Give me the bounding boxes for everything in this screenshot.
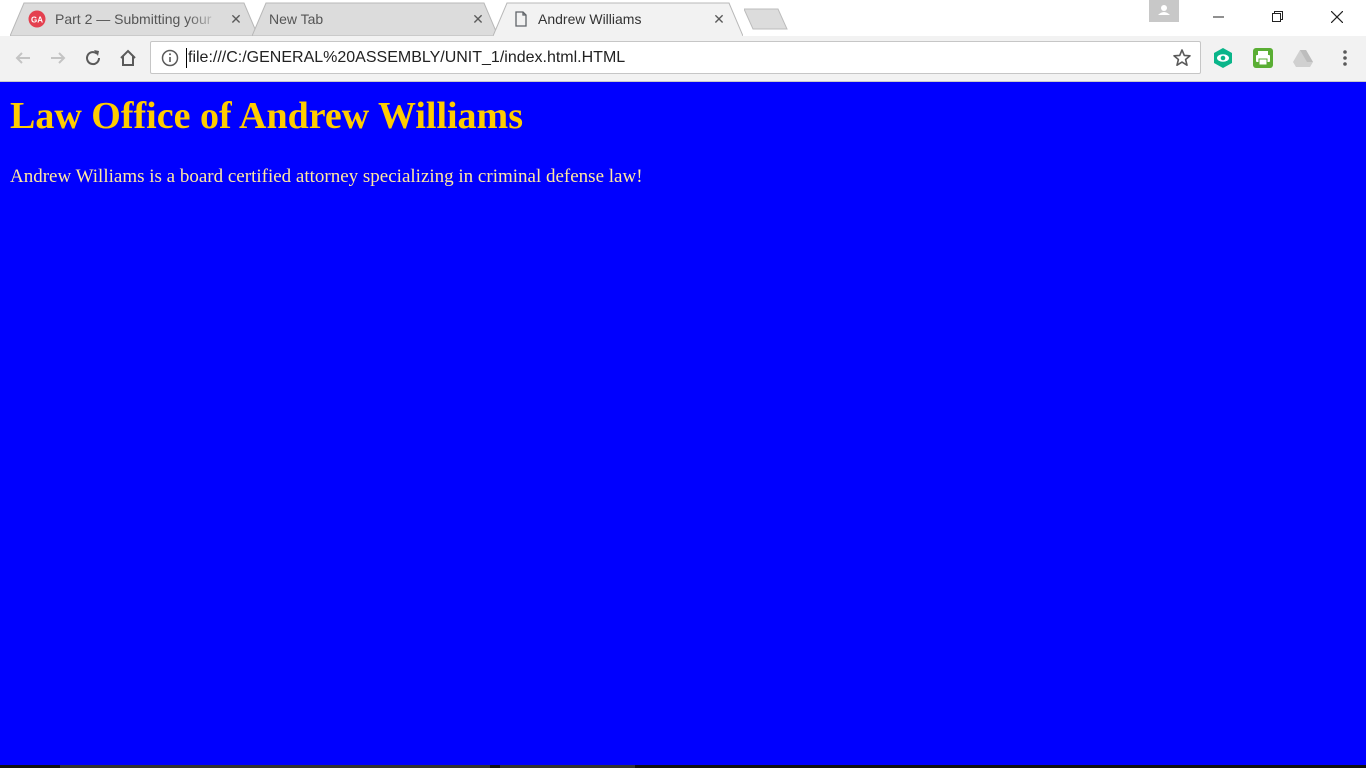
browser-toolbar: file:///C:/GENERAL%20ASSEMBLY/UNIT_1/ind… (0, 36, 1366, 82)
eye-extension-icon[interactable] (1212, 47, 1234, 69)
address-bar[interactable]: file:///C:/GENERAL%20ASSEMBLY/UNIT_1/ind… (150, 41, 1201, 74)
ga-logo-icon: GA (28, 10, 46, 28)
profile-button[interactable] (1149, 0, 1179, 22)
bookmark-star-icon[interactable] (1172, 48, 1192, 68)
drive-extension-icon[interactable] (1292, 47, 1314, 69)
reload-icon (86, 50, 101, 66)
tab-title: Part 2 — Submitting your (55, 11, 212, 27)
forward-button[interactable] (46, 46, 70, 70)
info-icon[interactable] (161, 49, 179, 67)
tab-part-2[interactable]: GA Part 2 — Submitting your ✕ (10, 2, 258, 36)
print-extension-icon[interactable] (1252, 47, 1274, 69)
menu-button[interactable] (1333, 46, 1357, 70)
back-button[interactable] (11, 46, 35, 70)
reload-button[interactable] (81, 46, 105, 70)
document-icon (515, 11, 527, 27)
tab-andrew-williams[interactable]: Andrew Williams ✕ (493, 2, 743, 36)
svg-text:GA: GA (31, 16, 43, 25)
home-button[interactable] (116, 46, 140, 70)
arrow-left-icon (15, 52, 30, 64)
arrow-right-icon (51, 52, 66, 64)
close-icon[interactable]: ✕ (712, 12, 726, 26)
close-icon[interactable]: ✕ (229, 12, 243, 26)
minimize-button[interactable] (1189, 0, 1248, 34)
tab-strip: GA Part 2 — Submitting your ✕ New Tab ✕ … (0, 0, 1366, 36)
close-window-button[interactable] (1307, 0, 1366, 34)
tab-title: Andrew Williams (538, 11, 642, 27)
tab-title: New Tab (269, 11, 324, 27)
page-heading: Law Office of Andrew Williams (10, 95, 523, 137)
tab-new-tab[interactable]: New Tab ✕ (252, 2, 498, 36)
restore-button[interactable] (1248, 0, 1307, 34)
close-icon[interactable]: ✕ (471, 12, 485, 26)
close-window-icon (1330, 11, 1343, 23)
new-tab-button[interactable] (744, 8, 788, 30)
browser-window: GA Part 2 — Submitting your ✕ New Tab ✕ … (0, 0, 1366, 768)
restore-icon (1271, 11, 1283, 22)
minimize-icon (1212, 16, 1224, 18)
web-page-content: Law Office of Andrew Williams Andrew Wil… (0, 82, 1366, 768)
window-controls (1189, 0, 1366, 34)
person-icon (1158, 5, 1170, 15)
home-icon (120, 49, 136, 66)
more-vertical-icon (1343, 50, 1347, 66)
url-text[interactable]: file:///C:/GENERAL%20ASSEMBLY/UNIT_1/ind… (187, 42, 625, 73)
page-paragraph: Andrew Williams is a board certified att… (10, 166, 643, 187)
